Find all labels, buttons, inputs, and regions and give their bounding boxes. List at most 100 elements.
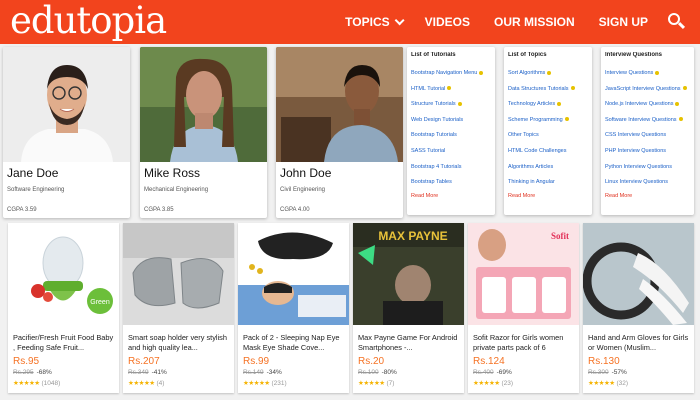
star-rating-icon: ★★★★★ — [358, 380, 385, 387]
product-card[interactable]: Pack of 2 - Sleeping Nap Eye Mask Eye Sh… — [238, 223, 349, 393]
dot-icon — [564, 117, 569, 122]
product-image — [123, 223, 234, 325]
chevron-down-icon — [394, 14, 405, 25]
link-list-item[interactable]: Software Interview Questions — [605, 113, 690, 129]
product-rating: ★★★★★ (7) — [358, 380, 395, 387]
profile-name: John Doe — [280, 166, 332, 180]
product-image — [583, 223, 694, 325]
svg-text:Green: Green — [90, 299, 110, 306]
nav-our-mission-label: OUR MISSION — [493, 15, 575, 29]
link-list-item[interactable]: Linux Interview Questions — [605, 175, 690, 191]
link-list-item[interactable]: Thinking in Angular — [508, 175, 588, 191]
product-price: Rs.99 — [243, 356, 270, 367]
dot-icon — [655, 70, 660, 75]
profile-role: Software Engineering — [7, 187, 65, 193]
profile-role: Civil Engineering — [280, 187, 326, 193]
link-list-item[interactable]: SASS Tutorial — [411, 144, 491, 160]
product-image — [238, 223, 349, 325]
star-rating-icon: ★★★★★ — [243, 380, 270, 387]
product-title: Hand and Arm Gloves for Girls or Women (… — [588, 333, 689, 352]
link-list-item[interactable]: Data Structures Tutorials — [508, 82, 588, 98]
dot-icon — [447, 86, 452, 91]
product-rating: ★★★★★ (1048) — [13, 380, 61, 387]
nav-videos-label: VIDEOS — [424, 15, 470, 29]
nav-sign-up[interactable]: SIGN UP — [599, 15, 648, 29]
dot-icon — [682, 86, 687, 91]
main-nav: TOPICS VIDEOS OUR MISSION SIGN UP — [321, 0, 686, 44]
star-rating-icon: ★★★★★ — [473, 380, 500, 387]
product-title: Smart soap holder very stylish and high … — [128, 333, 227, 352]
product-original-price: Rs.149 -34% — [243, 369, 282, 376]
link-list-title: List of Topics — [508, 52, 547, 58]
product-title: Pack of 2 - Sleeping Nap Eye Mask Eye Sh… — [243, 333, 340, 352]
dot-icon — [479, 70, 484, 75]
product-card[interactable]: Sofit Sofit Razor for Girls women privat… — [468, 223, 579, 393]
svg-text:Sofit: Sofit — [551, 231, 569, 241]
search-icon[interactable] — [668, 13, 686, 31]
star-rating-icon: ★★★★★ — [128, 380, 155, 387]
link-list-topics: List of Topics Sort Algorithms Data Stru… — [504, 47, 592, 215]
link-list-item[interactable]: Bootstrap Tables — [411, 175, 491, 191]
link-list-item[interactable]: Other Topics — [508, 128, 588, 144]
profile-card[interactable]: Mike Ross Mechanical Engineering CGPA 3.… — [140, 47, 267, 218]
product-original-price: Rs.100 -80% — [358, 369, 397, 376]
dot-icon — [457, 101, 462, 106]
product-price: Rs.207 — [128, 356, 160, 367]
profile-photo — [276, 47, 403, 162]
svg-text:MAX PAYNE: MAX PAYNE — [378, 229, 447, 243]
link-list-item[interactable]: Sort Algorithms — [508, 66, 588, 82]
link-list-item[interactable]: Scheme Programming — [508, 113, 588, 129]
link-list-tutorials: List of Tutorials Bootstrap Navigation M… — [407, 47, 495, 215]
profile-photo — [140, 47, 267, 162]
read-more-link[interactable]: Read More — [508, 193, 588, 199]
link-list-item[interactable]: Algorithms Articles — [508, 160, 588, 176]
link-list-item[interactable]: PHP Interview Questions — [605, 144, 690, 160]
dot-icon — [570, 86, 575, 91]
product-image: MAX PAYNE — [353, 223, 464, 325]
nav-topics[interactable]: TOPICS — [345, 14, 405, 29]
link-list-item[interactable]: HTML Tutorial — [411, 82, 491, 98]
profile-role: Mechanical Engineering — [144, 187, 209, 193]
link-list-item[interactable]: Interview Questions — [605, 66, 690, 82]
link-list-item[interactable]: Structure Tutorials — [411, 97, 491, 113]
product-card[interactable]: Green Pacifier/Fresh Fruit Food Baby , F… — [8, 223, 119, 393]
link-list-item[interactable]: Node.js Interview Questions — [605, 97, 690, 113]
read-more-link[interactable]: Read More — [411, 193, 491, 199]
product-rating: ★★★★★ (231) — [243, 380, 287, 387]
profile-cgpa: CGPA 3.59 — [7, 207, 37, 213]
link-list-item[interactable]: HTML Code Challenges — [508, 144, 588, 160]
link-list-item[interactable]: Technology Articles — [508, 97, 588, 113]
product-original-price: Rs.349 -41% — [128, 369, 167, 376]
product-card[interactable]: MAX PAYNE Max Payne Game For Android Sma… — [353, 223, 464, 393]
link-list-item[interactable]: Bootstrap Tutorials — [411, 128, 491, 144]
product-rating: ★★★★★ (32) — [588, 380, 629, 387]
dot-icon — [557, 101, 562, 106]
product-card[interactable]: Smart soap holder very stylish and high … — [123, 223, 234, 393]
link-list-item[interactable]: JavaScript Interview Questions — [605, 82, 690, 98]
link-list-interview: Interview Questions Interview Questions … — [601, 47, 694, 215]
profile-card[interactable]: Jane Doe Software Engineering CGPA 3.59 — [3, 47, 130, 218]
link-list-item[interactable]: Bootstrap Navigation Menu — [411, 66, 491, 82]
profile-name: Mike Ross — [144, 166, 201, 180]
nav-videos[interactable]: VIDEOS — [425, 15, 470, 29]
dot-icon — [547, 70, 552, 75]
product-rating: ★★★★★ (4) — [128, 380, 165, 387]
nav-our-mission[interactable]: OUR MISSION — [494, 15, 575, 29]
link-list-item[interactable]: Bootstrap 4 Tutorials — [411, 160, 491, 176]
link-list-item[interactable]: CSS Interview Questions — [605, 128, 690, 144]
link-list-title: Interview Questions — [605, 52, 663, 58]
product-price: Rs.20 — [358, 356, 385, 367]
product-card[interactable]: Hand and Arm Gloves for Girls or Women (… — [583, 223, 694, 393]
site-logo[interactable]: edutopia — [10, 1, 167, 41]
product-price: Rs.130 — [588, 356, 620, 367]
site-header: edutopia TOPICS VIDEOS OUR MISSION SIGN … — [0, 0, 700, 44]
link-list-item[interactable]: Python Interview Questions — [605, 160, 690, 176]
product-image: Green — [8, 223, 119, 325]
product-rating: ★★★★★ (23) — [473, 380, 514, 387]
read-more-link[interactable]: Read More — [605, 193, 690, 199]
product-original-price: Rs.400 -69% — [473, 369, 512, 376]
link-list-item[interactable]: Web Design Tutorials — [411, 113, 491, 129]
product-image: Sofit — [468, 223, 579, 325]
star-rating-icon: ★★★★★ — [13, 380, 40, 387]
profile-card[interactable]: John Doe Civil Engineering CGPA 4.00 — [276, 47, 403, 218]
